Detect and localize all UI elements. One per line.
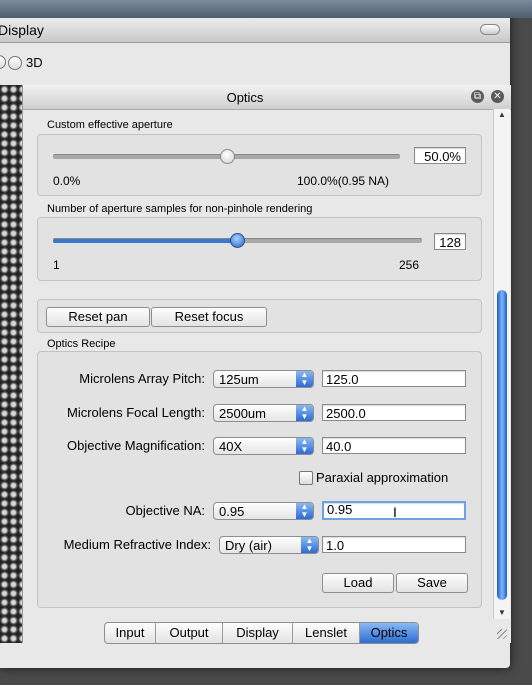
recipe-group: Microlens Array Pitch: 125um ▲ ▼ 125.0 Mi… — [37, 351, 482, 608]
updown-arrows-icon: ▲ ▼ — [296, 371, 313, 387]
window-title: Display — [0, 22, 44, 38]
panel-titlebar: Optics ⧉ ✕ — [23, 85, 511, 110]
close-icon[interactable]: ✕ — [491, 90, 504, 103]
samples-slider-fill — [53, 239, 237, 243]
tab-lenslet[interactable]: Lenslet — [293, 623, 360, 643]
main-window: Display 3D Optics ⧉ ✕ Custom effective a… — [0, 0, 532, 668]
samples-value-field[interactable]: 128 — [434, 233, 466, 250]
focal-combo-value: 2500um — [219, 406, 266, 421]
radio-3d-option[interactable]: 3D — [8, 55, 43, 70]
updown-arrows-icon: ▲ ▼ — [301, 537, 318, 553]
samples-max-label: 256 — [399, 258, 420, 272]
tab-optics[interactable]: Optics — [360, 623, 418, 643]
magnification-combo[interactable]: 40X ▲ ▼ — [213, 437, 314, 455]
radio-3d-circle[interactable] — [8, 55, 22, 70]
focal-value-field[interactable]: 2500.0 — [322, 404, 466, 421]
radio-3d-label: 3D — [26, 55, 43, 70]
samples-group: 1 256 128 — [37, 217, 482, 281]
scroll-up-arrow-icon[interactable]: ▲ — [494, 109, 510, 121]
resize-grip[interactable] — [497, 629, 507, 639]
desktop-strip — [0, 0, 532, 18]
recipe-group-title: Optics Recipe — [47, 338, 116, 350]
updown-arrows-icon: ▲ ▼ — [296, 405, 313, 421]
panel-scrollbar[interactable]: ▲ ▼ — [493, 109, 510, 619]
optics-panel: Optics ⧉ ✕ Custom effective aperture 0.0… — [22, 85, 511, 644]
panel-title: Optics — [226, 90, 264, 105]
updown-arrows-icon: ▲ ▼ — [296, 503, 313, 519]
aperture-max-label: 100.0%(0.95 NA) — [297, 174, 390, 188]
tab-output[interactable]: Output — [156, 623, 223, 643]
pitch-value-field[interactable]: 125.0 — [322, 370, 466, 387]
samples-min-label: 1 — [53, 258, 60, 272]
medium-combo[interactable]: Dry (air) ▲ ▼ — [219, 536, 319, 554]
paraxial-checkbox[interactable] — [299, 471, 313, 485]
window-toolbar: 3D — [0, 43, 510, 85]
aperture-min-label: 0.0% — [53, 174, 81, 188]
na-label: Objective NA: — [125, 503, 205, 518]
save-button[interactable]: Save — [396, 573, 468, 593]
na-combo[interactable]: 0.95 ▲ ▼ — [213, 502, 314, 520]
text-cursor-icon: Ι — [393, 504, 397, 520]
na-combo-value: 0.95 — [219, 504, 245, 519]
reset-pan-button[interactable]: Reset pan — [46, 307, 150, 327]
panel-tab-bar: Input Output Display Lenslet Optics — [104, 622, 419, 644]
radio-2d[interactable] — [0, 55, 6, 69]
focal-combo[interactable]: 2500um ▲ ▼ — [213, 404, 314, 422]
medium-label: Medium Refractive Index: — [63, 537, 211, 552]
pitch-combo[interactable]: 125um ▲ ▼ — [213, 370, 314, 388]
samples-group-title: Number of aperture samples for non-pinho… — [47, 203, 313, 215]
medium-value-field[interactable]: 1.0 — [322, 536, 466, 553]
scroll-down-arrow-icon[interactable]: ▼ — [494, 607, 510, 619]
aperture-group: 0.0% 100.0%(0.95 NA) 50.0% — [37, 134, 482, 196]
lenslet-image-strip — [0, 85, 22, 643]
aperture-slider-knob[interactable] — [219, 149, 235, 164]
window-titlebar: Display — [0, 18, 510, 43]
updown-arrows-icon: ▲ ▼ — [296, 438, 313, 454]
magnification-label: Objective Magnification: — [66, 438, 205, 453]
panel-scroll-area: Custom effective aperture 0.0% 100.0%(0.… — [23, 109, 493, 619]
tab-input[interactable]: Input — [105, 623, 156, 643]
pitch-combo-value: 125um — [219, 372, 259, 387]
samples-slider-knob[interactable] — [229, 233, 245, 248]
paraxial-label: Paraxial approximation — [316, 470, 449, 485]
scrollbar-thumb[interactable] — [497, 290, 507, 600]
magnification-value-field[interactable]: 40.0 — [322, 437, 466, 454]
reset-group: Reset pan Reset focus — [37, 299, 482, 333]
aperture-group-title: Custom effective aperture — [47, 119, 173, 131]
tab-display[interactable]: Display — [223, 623, 293, 643]
toolbar-toggle-button[interactable] — [480, 24, 500, 35]
magnification-combo-value: 40X — [219, 439, 243, 454]
detach-icon[interactable]: ⧉ — [471, 90, 484, 103]
medium-combo-value: Dry (air) — [225, 538, 272, 553]
aperture-value-field[interactable]: 50.0% — [414, 147, 466, 164]
load-button[interactable]: Load — [322, 573, 394, 593]
reset-focus-button[interactable]: Reset focus — [151, 307, 267, 327]
focal-label: Microlens Focal Length: — [66, 405, 205, 420]
pitch-label: Microlens Array Pitch: — [79, 371, 205, 386]
